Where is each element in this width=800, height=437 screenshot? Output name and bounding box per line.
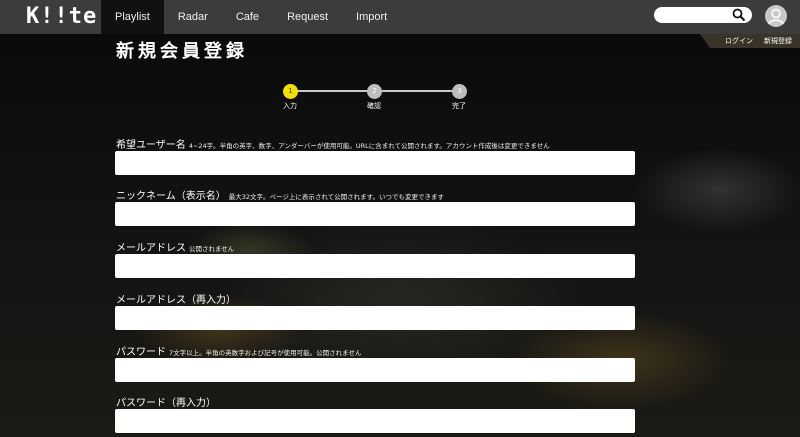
password-label: パスワード 7文字以上。半角の英数字および記号が使用可能。公開されません [116, 347, 362, 358]
step-1-label: 入力 [283, 102, 297, 110]
top-header: K!!te Playlist Radar Cafe Request Import [0, 0, 800, 34]
email-label: メールアドレス 公開されません [116, 243, 235, 254]
register-link[interactable]: 新規登録 [764, 36, 792, 46]
search-input[interactable] [654, 7, 752, 23]
email-confirm-label: メールアドレス（再入力） [116, 295, 236, 306]
search-icon[interactable] [732, 8, 746, 22]
username-input[interactable] [115, 151, 635, 175]
nav-radar[interactable]: Radar [164, 0, 222, 34]
page-title: 新規会員登録 [116, 41, 248, 62]
email-hint: 公開されません [189, 245, 235, 253]
login-link[interactable]: ログイン [725, 36, 753, 46]
nickname-input[interactable] [115, 202, 635, 226]
step-3-label: 完了 [452, 102, 466, 110]
stepper-line [297, 90, 377, 92]
nav-request[interactable]: Request [273, 0, 342, 34]
step-1-dot: 1 [283, 84, 298, 99]
email-confirm-input[interactable] [115, 306, 635, 330]
email-input[interactable] [115, 254, 635, 278]
site-logo[interactable]: K!!te [26, 4, 97, 29]
username-hint: 4~24字。半角の英字、数字、アンダーバーが使用可能。URLに含まれて公開されま… [188, 142, 550, 150]
password-confirm-label: パスワード（再入力） [116, 398, 216, 409]
password-confirm-input[interactable] [115, 409, 635, 433]
user-avatar-icon[interactable] [765, 5, 787, 27]
nav-import[interactable]: Import [342, 0, 401, 34]
password-input[interactable] [115, 358, 635, 382]
nav-playlist[interactable]: Playlist [101, 0, 164, 34]
nickname-hint: 最大32文字。ページ上に表示されて公開されます。いつでも変更できます [228, 193, 444, 201]
main-nav: Playlist Radar Cafe Request Import [101, 0, 401, 34]
nickname-label: ニックネーム（表示名） 最大32文字。ページ上に表示されて公開されます。いつでも変… [116, 191, 444, 202]
step-2-label: 確認 [367, 102, 381, 110]
step-2-dot: 2 [367, 84, 382, 99]
step-3-dot: 3 [452, 84, 467, 99]
nav-cafe[interactable]: Cafe [222, 0, 273, 34]
username-label: 希望ユーザー名 4~24字。半角の英字、数字、アンダーバーが使用可能。URLに含ま… [116, 140, 550, 151]
stepper-line [382, 90, 460, 92]
password-hint: 7文字以上。半角の英数字および記号が使用可能。公開されません [169, 349, 362, 357]
